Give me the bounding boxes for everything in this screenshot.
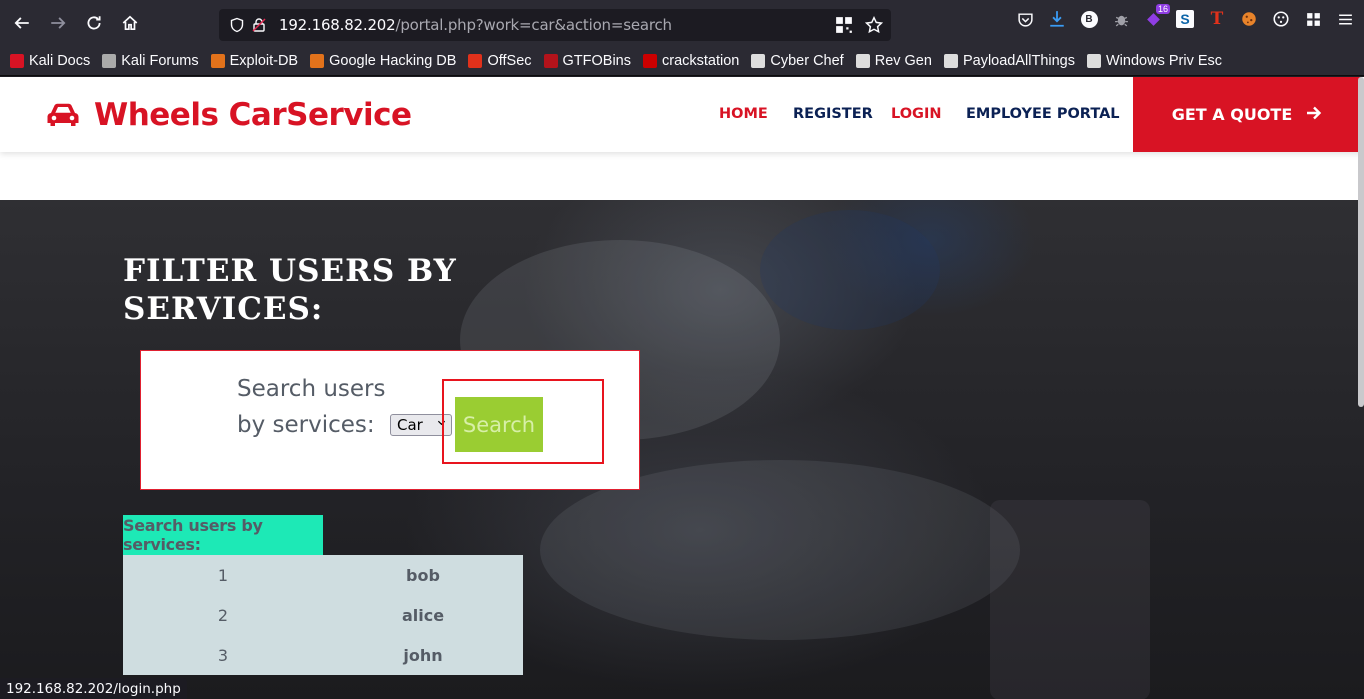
bookmark-label: Cyber Chef bbox=[770, 52, 844, 69]
results-table: 1 bob 2 alice 3 john bbox=[123, 555, 523, 675]
row-username: bob bbox=[406, 565, 440, 585]
cookie-editor-icon[interactable] bbox=[1238, 8, 1260, 30]
bookmark-label: Exploit-DB bbox=[229, 52, 299, 69]
bookmark-label: Rev Gen bbox=[874, 52, 932, 69]
bookmark-item[interactable]: Kali Docs bbox=[10, 53, 90, 69]
downloads-icon[interactable] bbox=[1046, 8, 1068, 30]
bookmark-favicon-icon bbox=[643, 53, 657, 68]
extensions-area: B 16 S T bbox=[1014, 4, 1356, 30]
bookmark-favicon-icon bbox=[468, 53, 483, 68]
bookmark-item[interactable]: PayloadAllThings bbox=[943, 52, 1075, 69]
home-button[interactable] bbox=[114, 7, 146, 39]
back-button[interactable] bbox=[6, 7, 38, 39]
bookmarks-toolbar: Kali Docs Kali Forums Exploit-DB Google Hac… bbox=[0, 46, 1364, 76]
row-username: john bbox=[403, 645, 443, 665]
site-brand[interactable]: Wheels CarService bbox=[46, 97, 412, 133]
bookmark-favicon-icon bbox=[210, 53, 225, 68]
table-row: 1 bob bbox=[123, 555, 523, 595]
reload-icon bbox=[87, 16, 101, 30]
shield-icon[interactable] bbox=[229, 17, 245, 33]
hero-section: FILTER USERS BY SERVICES: Search users b… bbox=[0, 200, 1364, 699]
site-header: Wheels CarService HOME REGISTER LOGIN EM… bbox=[0, 77, 1364, 152]
bookmark-item[interactable]: Cyber Chef bbox=[751, 52, 844, 69]
row-id: 2 bbox=[217, 605, 229, 625]
arrow-left-icon bbox=[14, 17, 29, 29]
bookmark-favicon-icon bbox=[10, 53, 24, 68]
nav-employee-portal[interactable]: EMPLOYEE PORTAL bbox=[966, 106, 1120, 122]
bookmark-favicon-icon bbox=[855, 53, 870, 68]
hack-extension-icon[interactable]: 16 bbox=[1142, 4, 1170, 30]
annotation-highlight bbox=[442, 379, 604, 464]
row-id: 3 bbox=[217, 645, 229, 665]
table-row: 2 alice bbox=[123, 595, 523, 635]
row-id: 1 bbox=[217, 565, 229, 585]
brand-name: Wheels CarService bbox=[94, 97, 412, 133]
bookmark-favicon-icon bbox=[1087, 53, 1101, 68]
car-icon bbox=[47, 103, 79, 126]
bookmark-favicon-icon bbox=[102, 53, 117, 68]
t-extension-icon[interactable]: T bbox=[1206, 8, 1228, 30]
browser-toolbar: 192.168.82.202/portal.php?work=car&actio… bbox=[0, 0, 1364, 46]
search-label: Search users by services: bbox=[237, 376, 386, 438]
bookmark-item[interactable]: GTFOBins bbox=[543, 52, 631, 69]
bookmark-favicon-icon bbox=[543, 53, 558, 68]
bookmark-item[interactable]: Exploit-DB bbox=[210, 52, 299, 69]
results-header: Search users by services: bbox=[123, 515, 323, 555]
reload-button[interactable] bbox=[78, 7, 110, 39]
bookmark-label: crackstation bbox=[662, 52, 740, 69]
nav-register[interactable]: REGISTER bbox=[793, 106, 873, 122]
arrow-right-icon bbox=[51, 17, 66, 29]
bookmark-item[interactable]: OffSec bbox=[468, 52, 532, 69]
pocket-icon[interactable] bbox=[1014, 8, 1036, 30]
bookmark-item[interactable]: Rev Gen bbox=[855, 52, 932, 69]
bookmark-favicon-icon bbox=[943, 53, 958, 68]
star-bookmark-icon[interactable] bbox=[865, 16, 883, 34]
arrow-right-icon bbox=[1306, 104, 1322, 125]
page-title: FILTER USERS BY SERVICES: bbox=[123, 253, 457, 327]
wappalyzer-icon[interactable] bbox=[1270, 8, 1292, 30]
home-icon bbox=[122, 15, 138, 31]
get-a-quote-button[interactable]: GET A QUOTE bbox=[1133, 77, 1361, 152]
extensions-puzzle-icon[interactable] bbox=[1302, 8, 1324, 30]
url-text[interactable]: 192.168.82.202/portal.php?work=car&actio… bbox=[279, 16, 672, 34]
bookmark-label: Google Hacking DB bbox=[329, 52, 457, 69]
row-username: alice bbox=[401, 605, 445, 625]
status-bar: 192.168.82.202/login.php bbox=[0, 678, 187, 699]
address-bar[interactable]: 192.168.82.202/portal.php?work=car&actio… bbox=[219, 9, 891, 41]
bug-icon[interactable] bbox=[1110, 8, 1132, 30]
bookmark-label: Kali Docs bbox=[29, 52, 91, 69]
qr-code-icon[interactable] bbox=[835, 16, 853, 34]
web-page: Wheels CarService HOME REGISTER LOGIN EM… bbox=[0, 77, 1364, 699]
bookmark-label: PayloadAllThings bbox=[962, 52, 1075, 69]
bookmark-label: Windows Priv Esc bbox=[1106, 52, 1223, 69]
nav-home[interactable]: HOME bbox=[719, 106, 768, 122]
nav-login[interactable]: LOGIN bbox=[891, 106, 941, 122]
hamburger-menu-icon[interactable] bbox=[1334, 8, 1356, 30]
insecure-lock-icon[interactable] bbox=[251, 17, 267, 33]
bookmark-label: GTFOBins bbox=[562, 52, 631, 69]
table-row: 3 john bbox=[123, 635, 523, 675]
s-extension-icon[interactable]: S bbox=[1174, 8, 1196, 30]
bookmark-item[interactable]: crackstation bbox=[643, 53, 739, 69]
bookmark-favicon-icon bbox=[310, 53, 325, 68]
forward-button[interactable] bbox=[42, 7, 74, 39]
bookmark-label: Kali Forums bbox=[121, 52, 199, 69]
bookmark-favicon-icon bbox=[751, 53, 766, 68]
bookmark-item[interactable]: Google Hacking DB bbox=[310, 53, 456, 69]
search-form: Search users by services: Car Search bbox=[140, 350, 640, 490]
extension-b-icon[interactable]: B bbox=[1078, 8, 1100, 30]
bookmark-item[interactable]: Windows Priv Esc bbox=[1087, 53, 1222, 69]
page-scrollbar[interactable] bbox=[1358, 77, 1364, 407]
bookmark-label: OffSec bbox=[487, 52, 532, 69]
bookmark-item[interactable]: Kali Forums bbox=[102, 52, 199, 69]
